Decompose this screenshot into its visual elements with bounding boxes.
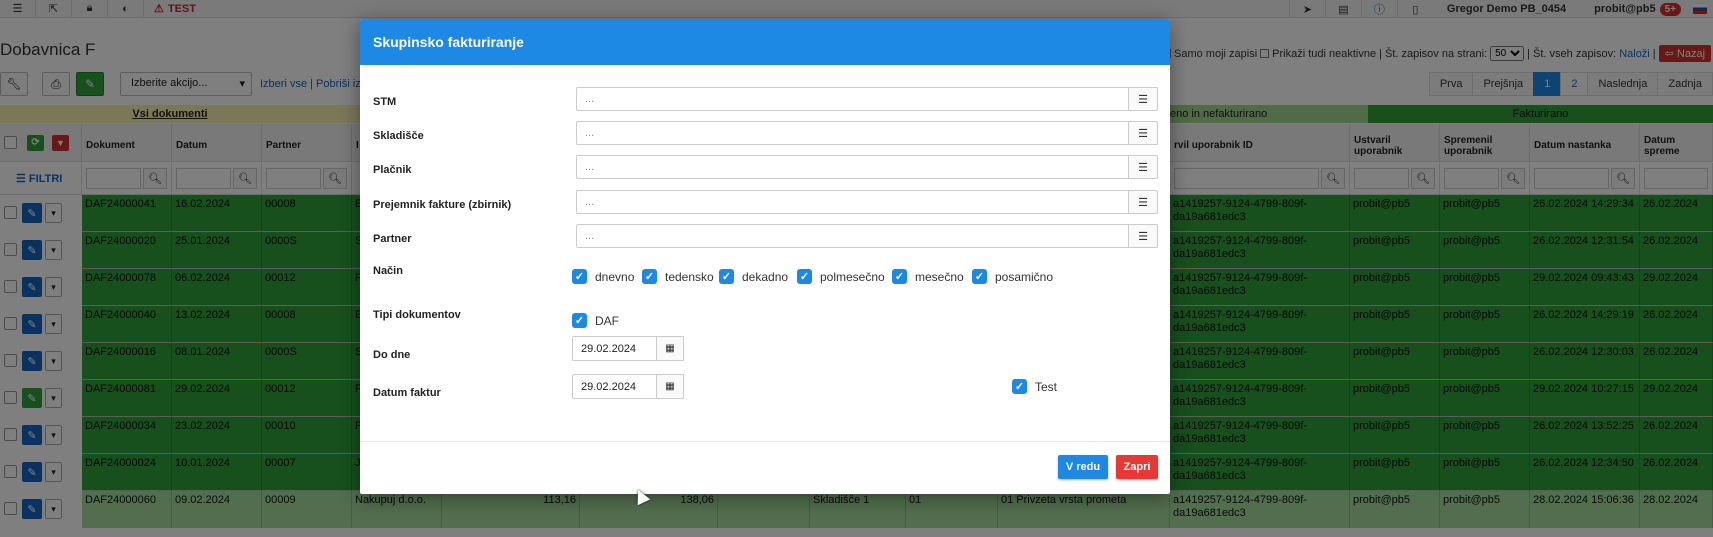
- nacin-mesecno[interactable]: ✓ mesečno: [892, 269, 964, 284]
- skupinsko-fakturiranje-dialog: Skupinsko fakturiranje STM ... ☰ Skladišč…: [360, 19, 1170, 494]
- nacin-dekadno[interactable]: ✓ dekadno: [719, 269, 788, 284]
- list-icon[interactable]: ☰: [1128, 87, 1158, 111]
- check-icon: ✓: [572, 269, 587, 284]
- list-icon[interactable]: ☰: [1128, 121, 1158, 145]
- stm-label: STM: [373, 96, 397, 108]
- nacin-polmesecno[interactable]: ✓ polmesečno: [797, 269, 885, 284]
- check-icon: ✓: [1012, 379, 1027, 394]
- nacin-dnevno[interactable]: ✓ dnevno: [572, 269, 634, 284]
- nacin-posamicno[interactable]: ✓ posamično: [972, 269, 1053, 284]
- test-checkbox-label: Test: [1035, 379, 1058, 394]
- nacin-dekadno-label: dekadno: [742, 269, 789, 284]
- do-dne-label: Do dne: [373, 349, 411, 361]
- nacin-tedensko-label: tedensko: [665, 269, 714, 284]
- stm-placeholder: ...: [585, 93, 595, 105]
- nacin-polmesecno-label: polmesečno: [820, 269, 885, 284]
- datum-faktur-value: 29.02.2024: [581, 381, 637, 393]
- skladisce-label: Skladišče: [373, 130, 424, 142]
- tip-daf[interactable]: ✓ DAF: [572, 313, 619, 328]
- skladisce-placeholder: ...: [585, 127, 595, 139]
- datum-faktur-input[interactable]: 29.02.2024 ▦: [572, 374, 684, 399]
- do-dne-input[interactable]: 29.02.2024 ▦: [572, 336, 684, 361]
- partner-label: Partner: [373, 233, 412, 245]
- placnik-label: Plačnik: [373, 164, 412, 176]
- prejemnik-placeholder: ...: [585, 196, 595, 208]
- placnik-placeholder: ...: [585, 161, 595, 173]
- dialog-title: Skupinsko fakturiranje: [360, 19, 1170, 65]
- nacin-label: Način: [373, 265, 403, 277]
- partner-placeholder: ...: [585, 230, 595, 242]
- partner-picker[interactable]: ... ☰: [576, 224, 1158, 248]
- placnik-picker[interactable]: ... ☰: [576, 155, 1158, 179]
- nacin-mesecno-label: mesečno: [915, 269, 964, 284]
- tip-daf-label: DAF: [595, 313, 619, 328]
- tipi-label: Tipi dokumentov: [373, 309, 461, 321]
- close-button[interactable]: Zapri: [1116, 455, 1158, 479]
- nacin-tedensko[interactable]: ✓ tedensko: [642, 269, 714, 284]
- ok-button[interactable]: V redu: [1058, 455, 1108, 479]
- check-icon: ✓: [892, 269, 907, 284]
- calendar-icon[interactable]: ▦: [656, 336, 684, 361]
- list-icon[interactable]: ☰: [1128, 224, 1158, 248]
- datum-faktur-label: Datum faktur: [373, 387, 441, 399]
- nacin-dnevno-label: dnevno: [595, 269, 635, 284]
- prejemnik-label: Prejemnik fakture (zbirnik): [373, 199, 512, 211]
- calendar-icon[interactable]: ▦: [656, 374, 684, 399]
- list-icon[interactable]: ☰: [1128, 155, 1158, 179]
- check-icon: ✓: [719, 269, 734, 284]
- list-icon[interactable]: ☰: [1128, 190, 1158, 214]
- nacin-posamicno-label: posamično: [995, 269, 1054, 284]
- dialog-footer: V redu Zapri: [360, 441, 1170, 494]
- test-checkbox[interactable]: ✓ Test: [1012, 379, 1057, 394]
- do-dne-value: 29.02.2024: [581, 343, 637, 355]
- check-icon: ✓: [972, 269, 987, 284]
- check-icon: ✓: [572, 313, 587, 328]
- stm-picker[interactable]: ... ☰: [576, 87, 1158, 111]
- prejemnik-picker[interactable]: ... ☰: [576, 190, 1158, 214]
- skladisce-picker[interactable]: ... ☰: [576, 121, 1158, 145]
- check-icon: ✓: [797, 269, 812, 284]
- check-icon: ✓: [642, 269, 657, 284]
